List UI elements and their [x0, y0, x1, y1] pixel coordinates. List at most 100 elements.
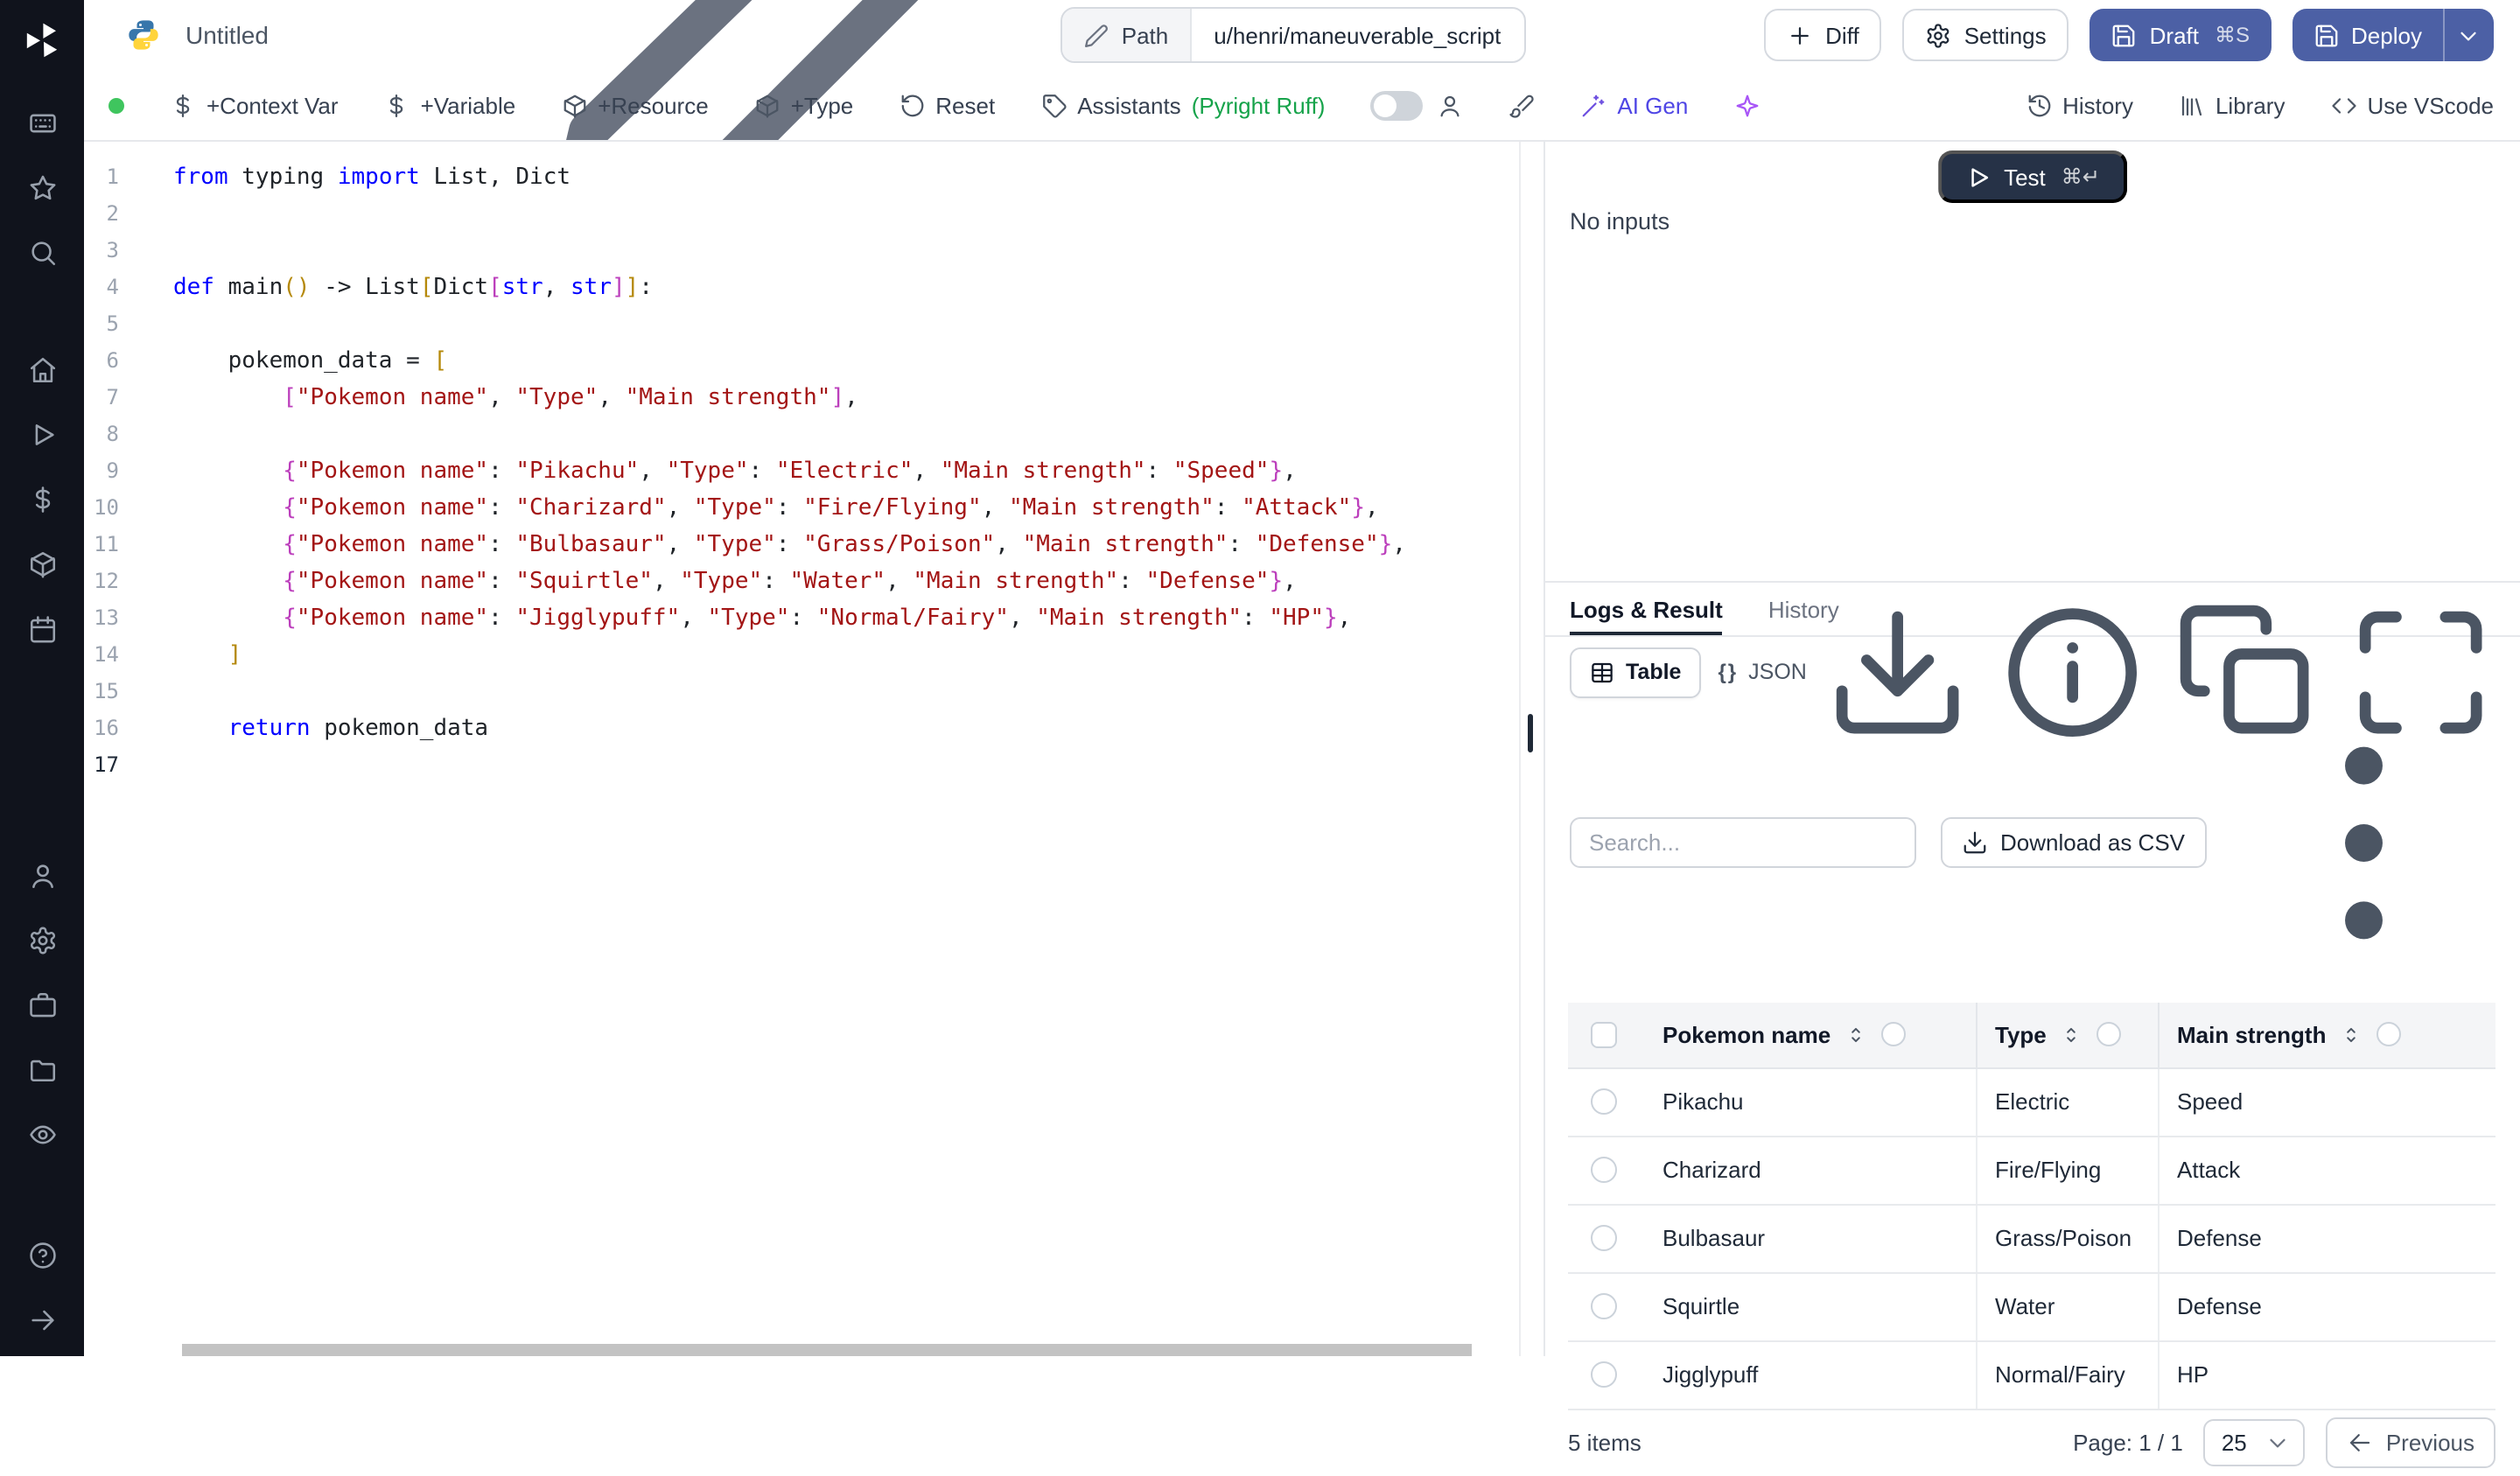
- code-line: 4def main() -> List[Dict[str, str]]:: [84, 269, 1519, 306]
- column-filter-checkbox[interactable]: [1881, 1022, 1906, 1046]
- calendar-icon[interactable]: [0, 597, 84, 661]
- format-code-button[interactable]: [1508, 92, 1535, 118]
- ai-gen-button[interactable]: AI Gen: [1580, 92, 1688, 118]
- result-table: Pokemon nameTypeMain strength PikachuEle…: [1568, 1002, 2496, 1476]
- add-resource-button[interactable]: +Resource: [561, 92, 708, 118]
- column-filter-checkbox[interactable]: [2097, 1022, 2122, 1046]
- line-number: 5: [84, 306, 119, 343]
- column-header: Type: [1978, 1002, 2160, 1067]
- path-chip[interactable]: Path: [1062, 9, 1192, 61]
- script-title[interactable]: Untitled: [186, 21, 269, 49]
- row-checkbox[interactable]: [1591, 1225, 1617, 1251]
- user-icon[interactable]: [0, 843, 84, 908]
- library-button[interactable]: Library: [2179, 92, 2286, 118]
- code-line: 17: [84, 747, 1519, 784]
- briefcase-icon[interactable]: [0, 973, 84, 1038]
- path-pill[interactable]: Path u/henri/maneuverable_script: [1060, 7, 1526, 63]
- line-number: 6: [84, 343, 119, 380]
- test-button[interactable]: Test ⌘↵: [1937, 150, 2128, 203]
- line-number: 17: [84, 747, 119, 784]
- cube-icon: [754, 92, 780, 118]
- search-icon[interactable]: [0, 220, 84, 285]
- column-filter-checkbox[interactable]: [2376, 1022, 2401, 1046]
- panel-splitter: [1519, 142, 1544, 1356]
- deploy-icon: [2313, 22, 2339, 48]
- code-line: 14 ]: [84, 637, 1519, 674]
- add-type-button[interactable]: +Type: [754, 92, 854, 118]
- add-variable-button[interactable]: +Variable: [384, 92, 516, 118]
- sort-icon[interactable]: [1844, 1023, 1867, 1046]
- draft-button[interactable]: Draft ⌘S: [2090, 9, 2271, 61]
- arrow-right-icon[interactable]: [0, 1288, 84, 1353]
- gear-icon[interactable]: [0, 908, 84, 973]
- cell-value: Defense: [2177, 1293, 2262, 1319]
- download-csv-button[interactable]: Download as CSV: [1941, 818, 2206, 869]
- line-number: 1: [84, 159, 119, 196]
- right-panel: Test ⌘↵ No inputs Logs & Result History …: [1544, 142, 2520, 1356]
- table-menu-button[interactable]: [2230, 710, 2496, 976]
- deploy-dropdown-button[interactable]: [2443, 9, 2494, 61]
- row-checkbox[interactable]: [1591, 1361, 1617, 1388]
- chevron-down-icon: [2265, 1430, 2292, 1456]
- inputs-section: Test ⌘↵ No inputs: [1545, 142, 2520, 581]
- deploy-button-group: Deploy: [2292, 9, 2494, 61]
- row-checkbox[interactable]: [1591, 1157, 1617, 1183]
- gear-icon: [1926, 22, 1952, 48]
- history-button[interactable]: History: [2026, 92, 2133, 118]
- windmill-logo[interactable]: [19, 17, 65, 63]
- multiplayer-toggle[interactable]: [1370, 90, 1423, 120]
- boxes-icon[interactable]: [0, 532, 84, 597]
- sidebar: [0, 0, 84, 1356]
- table-footer: 5 items Page: 1 / 1 25 Previous: [1568, 1410, 2496, 1476]
- sort-icon[interactable]: [2061, 1023, 2083, 1046]
- page-size-select[interactable]: 25: [2204, 1419, 2306, 1466]
- assistants-detail: (Pyright Ruff): [1192, 92, 1326, 118]
- star-icon[interactable]: [0, 156, 84, 220]
- dollar-icon: [384, 92, 410, 118]
- ai-sparkles-button[interactable]: [1733, 92, 1760, 118]
- sort-icon[interactable]: [2340, 1023, 2362, 1046]
- line-number: 11: [84, 527, 119, 563]
- keyboard-icon[interactable]: [0, 91, 84, 156]
- assistants-button[interactable]: Assistants (Pyright Ruff): [1040, 92, 1325, 118]
- multiplayer-user-icon: [1437, 92, 1463, 118]
- table-row[interactable]: BulbasaurGrass/PoisonDefense: [1568, 1205, 2496, 1273]
- diff-button[interactable]: Diff: [1764, 9, 1882, 61]
- code-editor[interactable]: 1from typing import List, Dict234def mai…: [84, 142, 1519, 1356]
- code-line: 12 {"Pokemon name": "Squirtle", "Type": …: [84, 563, 1519, 600]
- arrow-left-icon: [2348, 1430, 2374, 1456]
- use-vscode-button[interactable]: Use VScode: [2330, 92, 2494, 118]
- test-shortcut: ⌘↵: [2062, 164, 2100, 189]
- play-icon[interactable]: [0, 402, 84, 467]
- folder-icon[interactable]: [0, 1038, 84, 1102]
- result-controls: Table {} JSON: [1545, 637, 2520, 707]
- view-json-button[interactable]: {} JSON: [1700, 648, 1824, 696]
- search-input[interactable]: [1570, 818, 1916, 869]
- previous-page-button[interactable]: Previous: [2327, 1417, 2496, 1468]
- table-row[interactable]: SquirtleWaterDefense: [1568, 1273, 2496, 1341]
- deploy-button[interactable]: Deploy: [2292, 9, 2443, 61]
- path-value[interactable]: u/henri/maneuverable_script: [1191, 22, 1523, 48]
- help-circle-icon[interactable]: [0, 1223, 84, 1288]
- user-icon: [1437, 92, 1463, 118]
- settings-button[interactable]: Settings: [1903, 9, 2069, 61]
- row-checkbox[interactable]: [1591, 1088, 1617, 1115]
- tab-logs-result[interactable]: Logs & Result: [1570, 583, 1723, 635]
- view-table-button[interactable]: Table: [1570, 647, 1700, 697]
- table-row[interactable]: CharizardFire/FlyingAttack: [1568, 1137, 2496, 1205]
- dollar-icon[interactable]: [0, 467, 84, 532]
- home-icon[interactable]: [0, 338, 84, 402]
- multiplayer-toggle-group: [1370, 90, 1463, 120]
- select-all-checkbox[interactable]: [1591, 1021, 1617, 1047]
- row-checkbox[interactable]: [1591, 1293, 1617, 1319]
- table-row[interactable]: JigglypuffNormal/FairyHP: [1568, 1341, 2496, 1410]
- windmill-logo-icon: [21, 19, 63, 61]
- eye-icon[interactable]: [0, 1102, 84, 1167]
- splitter-drag-handle[interactable]: [1528, 714, 1533, 752]
- horizontal-scrollbar[interactable]: [182, 1344, 1472, 1356]
- table-row[interactable]: PikachuElectricSpeed: [1568, 1068, 2496, 1137]
- reset-button[interactable]: Reset: [899, 92, 995, 118]
- add-context-var-button[interactable]: +Context Var: [170, 92, 339, 118]
- dollar-icon: [170, 92, 196, 118]
- cell-value: Water: [1995, 1293, 2054, 1319]
